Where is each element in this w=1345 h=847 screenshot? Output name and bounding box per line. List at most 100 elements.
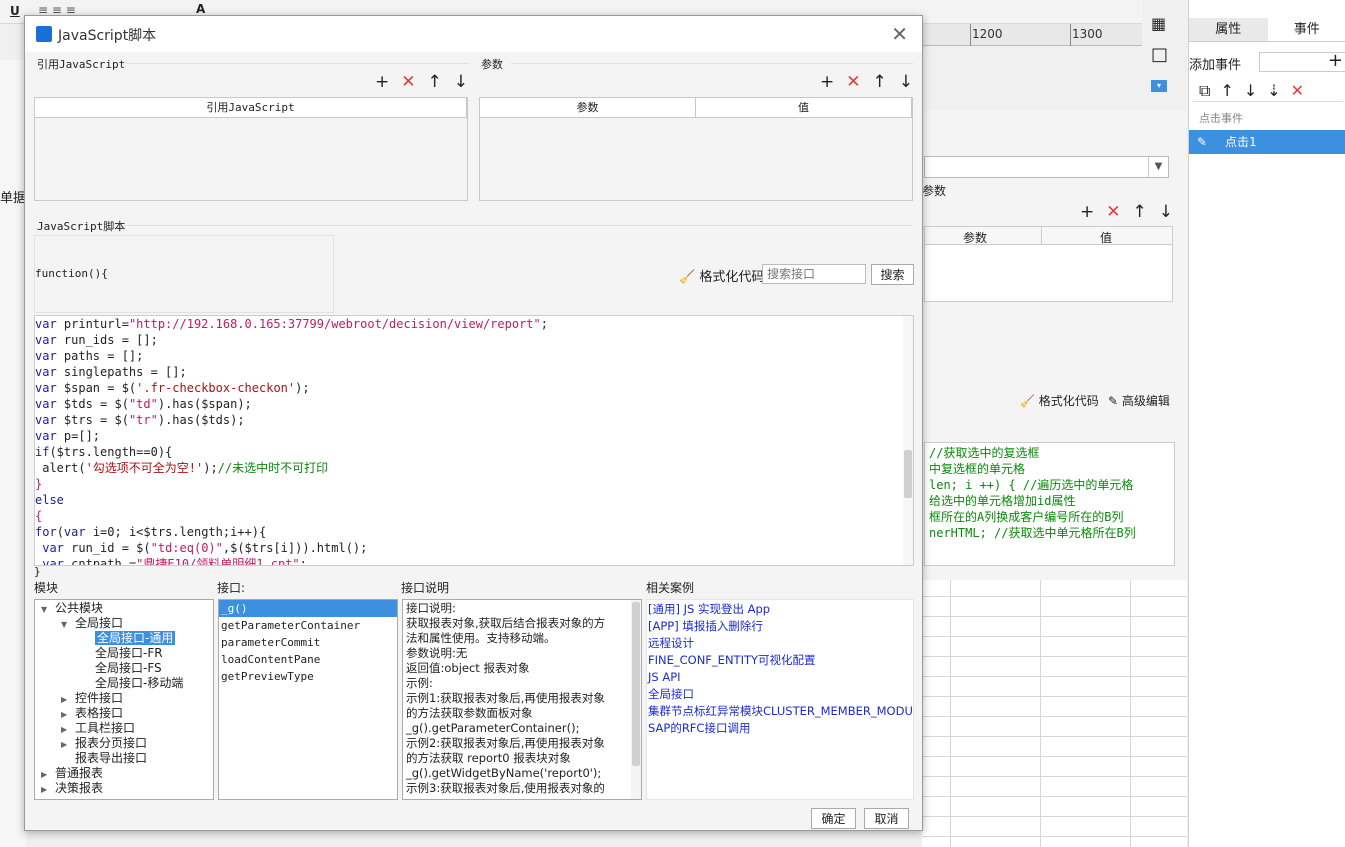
event-item[interactable]: ✎ 点击1 — [1189, 130, 1345, 154]
interface-item[interactable]: loadContentPane — [219, 651, 397, 668]
case-link[interactable]: 全局接口 — [647, 686, 913, 703]
arrow-up-icon[interactable]: ↑ — [873, 72, 887, 92]
description-line: 示例3:获取报表对象后,使用报表对象的 — [406, 781, 605, 795]
description-line: 的方法获取参数面板对象 — [406, 706, 533, 720]
tab-events[interactable]: 事件 — [1267, 18, 1345, 41]
interface-item[interactable]: getParameterContainer — [219, 617, 397, 634]
font-color-icon[interactable]: A — [196, 2, 205, 16]
delete-icon[interactable]: ✕ — [1106, 202, 1120, 222]
widget-icon[interactable]: ▦ — [1151, 14, 1166, 33]
case-link[interactable]: SAP的RFC接口调用 — [647, 720, 913, 737]
code-line: var run_ids = []; — [35, 333, 158, 347]
cancel-button[interactable]: 取消 — [864, 808, 909, 829]
code-editor[interactable]: var printurl="http://192.168.0.165:37799… — [34, 315, 914, 566]
tree-node[interactable]: 全局接口-FR — [35, 646, 213, 661]
case-link[interactable]: 远程设计 — [647, 635, 913, 652]
caret-right-icon[interactable]: ▶ — [61, 722, 75, 737]
search-input[interactable] — [762, 264, 866, 284]
tree-node[interactable]: ▶ 报表分页接口 — [35, 736, 213, 751]
case-link[interactable]: [APP] 填报插入删除行 — [647, 618, 913, 635]
related-cases-label: 相关案例 — [646, 581, 695, 595]
delete-icon[interactable]: ✕ — [401, 72, 415, 92]
desc-scrollbar-thumb[interactable] — [632, 602, 640, 766]
closing-brace: } — [34, 565, 41, 578]
arrow-up-icon[interactable]: ↑ — [1133, 202, 1147, 222]
format-code-button[interactable]: 🧹 格式化代码 — [679, 266, 764, 285]
caret-right-icon[interactable]: ▶ — [61, 692, 75, 707]
desc-scrollbar[interactable] — [631, 600, 641, 799]
case-link[interactable]: FINE_CONF_ENTITY可视化配置 — [647, 652, 913, 669]
copy-icon[interactable]: ⧉ — [1199, 82, 1210, 99]
delete-icon[interactable]: ✕ — [846, 72, 860, 92]
case-link[interactable]: JS API — [647, 669, 913, 686]
interface-item[interactable]: _g() — [219, 600, 397, 617]
bg-select[interactable]: ▼ — [924, 156, 1169, 178]
caret-down-icon[interactable]: ▼ — [61, 617, 75, 632]
bg-code-line: //获取选中的复选框 — [929, 446, 1040, 460]
module-tree[interactable]: ▼ 公共模块 ▼ 全局接口 全局接口-通用 全局接口-FR 全局接口-FS 全局接口-移动端 ▶… — [34, 599, 214, 800]
tree-node[interactable]: ▶ 普通报表 — [35, 766, 213, 781]
related-cases: [通用] JS 实现登出 App [APP] 填报插入删除行 远程设计 FINE_CO… — [646, 599, 914, 800]
bg-format-code-button[interactable]: 🧹 格式化代码 — [1020, 392, 1099, 409]
arrow-up-icon[interactable]: ↑ — [1220, 82, 1233, 99]
add-event-select[interactable]: + — [1259, 50, 1345, 72]
frame-icon[interactable]: □ — [1151, 44, 1168, 65]
caret-right-icon[interactable]: ▶ — [61, 707, 75, 722]
tree-node[interactable]: ▶ 工具栏接口 — [35, 721, 213, 736]
tree-node[interactable]: 全局接口-通用 — [35, 631, 213, 646]
code-scrollbar-thumb[interactable] — [904, 450, 912, 498]
arrow-down-icon[interactable]: ↓ — [1159, 202, 1173, 222]
underline-icon[interactable]: U — [10, 4, 20, 18]
bg-code-editor[interactable]: //获取选中的复选框 中复选框的单元格 len; i ++) { //遍历选中的… — [924, 442, 1175, 566]
arrow-up-icon[interactable]: ↑ — [428, 72, 442, 92]
search-button[interactable]: 搜索 — [871, 264, 914, 285]
code-line: } — [35, 477, 43, 491]
interface-list[interactable]: _g() getParameterContainer parameterCommit… — [218, 599, 398, 800]
caret-right-icon[interactable]: ▶ — [41, 782, 55, 797]
description-line: 返回值:object 报表对象 — [406, 661, 530, 675]
tree-node[interactable]: 全局接口-移动端 — [35, 676, 213, 691]
app-logo-icon — [36, 26, 52, 42]
dropdown-icon[interactable]: ▾ — [1151, 80, 1167, 92]
bg-param-table: 参数 值 — [924, 226, 1173, 302]
tree-node-label: 决策报表 — [55, 781, 104, 795]
dialog-titlebar: JavaScript脚本 ✕ — [25, 16, 922, 52]
case-link[interactable]: 集群节点标红异常模块CLUSTER_MEMBER_MODULE — [647, 703, 913, 720]
close-icon[interactable]: ✕ — [891, 22, 908, 46]
interface-label: 接口: — [217, 581, 246, 595]
tree-node[interactable]: ▼ 公共模块 — [35, 601, 213, 616]
add-icon[interactable]: + — [375, 72, 389, 92]
tree-node[interactable]: ▶ 表格接口 — [35, 706, 213, 721]
arrow-down-icon[interactable]: ↓ — [1244, 82, 1257, 99]
caret-down-icon[interactable]: ▼ — [41, 602, 55, 617]
arrow-down-icon[interactable]: ↓ — [454, 72, 468, 92]
tree-node-label: 全局接口 — [75, 616, 124, 630]
params-table[interactable]: 参数 值 — [479, 97, 913, 201]
tree-node[interactable]: ▼ 全局接口 — [35, 616, 213, 631]
delete-icon[interactable]: ✕ — [1291, 82, 1304, 99]
interface-item[interactable]: getPreviewType — [219, 668, 397, 685]
ref-js-table[interactable]: 引用JavaScript — [34, 97, 468, 201]
tree-node[interactable]: 全局接口-FS — [35, 661, 213, 676]
code-line: var run_id = $("td:eq(0)",$($trs[i])).ht… — [42, 541, 368, 555]
tab-properties[interactable]: 属性 — [1189, 18, 1268, 41]
tree-node[interactable]: ▶ 控件接口 — [35, 691, 213, 706]
interface-item[interactable]: parameterCommit — [219, 634, 397, 651]
bg-advanced-edit-button[interactable]: ✎ 高级编辑 — [1108, 392, 1170, 409]
caret-right-icon[interactable]: ▶ — [61, 737, 75, 752]
arrow-down-icon[interactable]: ↓ — [899, 72, 913, 92]
ok-button[interactable]: 确定 — [811, 808, 856, 829]
tree-node[interactable]: 报表导出接口 — [35, 751, 213, 766]
code-scrollbar[interactable] — [903, 316, 913, 565]
code-line: for(var i=0; i<$trs.length;i++){ — [35, 525, 267, 539]
interface-desc-label: 接口说明 — [401, 581, 450, 595]
sort-icon[interactable]: ⇣ — [1267, 82, 1280, 99]
caret-right-icon[interactable]: ▶ — [41, 767, 55, 782]
tree-node[interactable]: ▶ 决策报表 — [35, 781, 213, 796]
case-link[interactable]: [通用] JS 实现登出 App — [647, 601, 913, 618]
add-icon[interactable]: + — [1080, 202, 1094, 222]
add-icon[interactable]: + — [1328, 50, 1343, 71]
add-icon[interactable]: + — [820, 72, 834, 92]
tree-node-label: 报表分页接口 — [75, 736, 148, 750]
code-line: else — [35, 493, 64, 507]
